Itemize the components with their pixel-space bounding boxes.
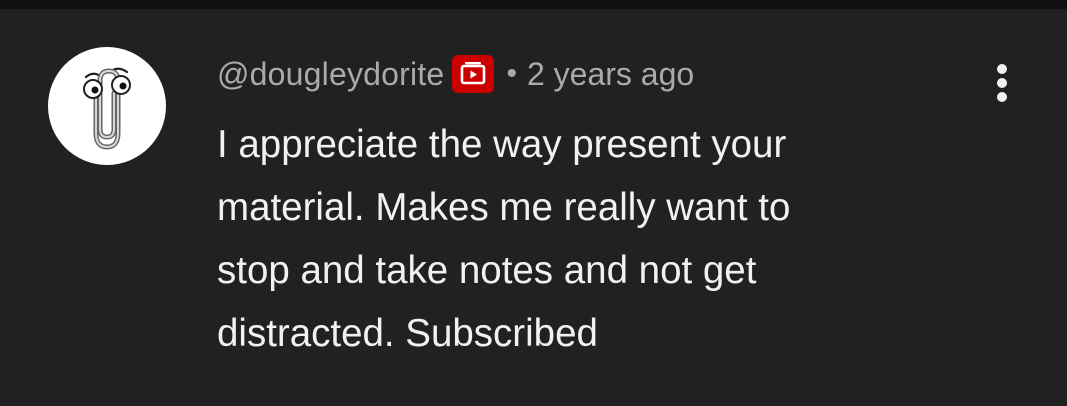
comment-item: @dougleydorite • 2 years ago I appreciat… xyxy=(0,9,1067,406)
comment-menu-button[interactable] xyxy=(978,59,1026,107)
youtube-member-badge-icon xyxy=(452,55,495,93)
paperclip-mascot-icon xyxy=(83,67,131,150)
comment-text-line: material. Makes me really want to xyxy=(217,186,791,229)
comment-text-line: distracted. Subscribed xyxy=(217,312,598,355)
comment-text-line: stop and take notes and not get xyxy=(217,249,757,292)
author-name[interactable]: @dougleydorite xyxy=(217,56,444,93)
top-divider xyxy=(0,0,1067,9)
comment-header: @dougleydorite • 2 years ago xyxy=(217,53,694,95)
comment-timestamp[interactable]: 2 years ago xyxy=(527,56,694,93)
meta-separator: • xyxy=(506,57,517,90)
more-vertical-icon xyxy=(997,64,1007,102)
comment-text: I appreciate the way present your materi… xyxy=(217,113,957,365)
avatar[interactable] xyxy=(48,47,166,165)
comment-text-line: I appreciate the way present your xyxy=(217,123,787,166)
